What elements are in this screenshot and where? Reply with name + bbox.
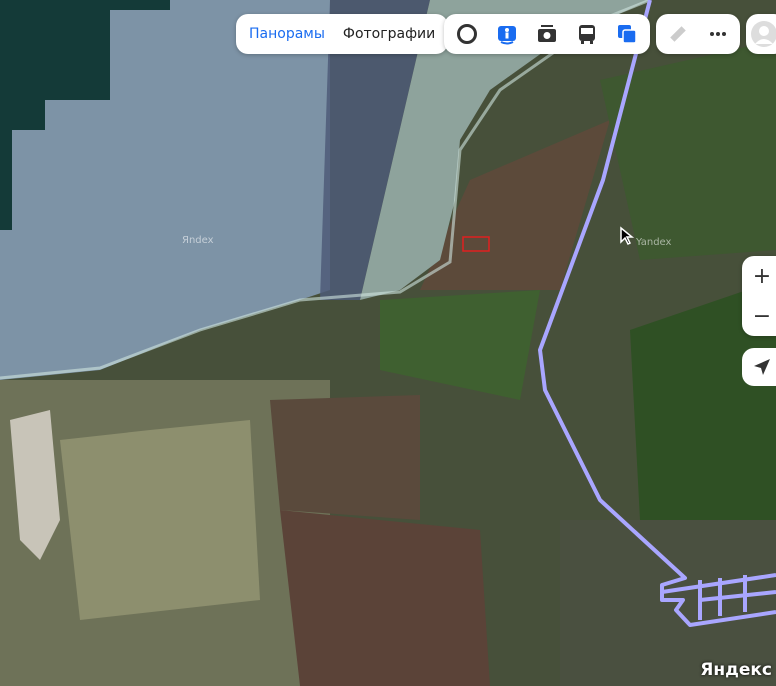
watermark: Яndex bbox=[182, 235, 214, 246]
user-avatar[interactable] bbox=[746, 14, 776, 54]
panorama-person-icon[interactable] bbox=[487, 15, 527, 53]
ruler-icon[interactable] bbox=[658, 15, 698, 53]
tab-panoramas[interactable]: Панорамы bbox=[240, 26, 334, 42]
more-icon[interactable] bbox=[698, 15, 738, 53]
layers-toolbar bbox=[444, 14, 650, 54]
bus-icon[interactable] bbox=[567, 15, 607, 53]
layers-icon[interactable] bbox=[607, 15, 647, 53]
watermark: Yandex bbox=[636, 237, 672, 248]
camera-icon[interactable] bbox=[527, 15, 567, 53]
zoom-control: + − bbox=[742, 256, 776, 336]
zoom-in-button[interactable]: + bbox=[742, 256, 776, 296]
yandex-logo: Яндекс bbox=[700, 660, 772, 680]
zoom-out-button[interactable]: − bbox=[742, 296, 776, 336]
tab-photos[interactable]: Фотографии bbox=[334, 26, 444, 42]
geolocation-button[interactable] bbox=[742, 348, 776, 386]
avatar-icon bbox=[751, 21, 776, 47]
photo-tabs: Панорамы Фотографии bbox=[236, 14, 449, 54]
location-arrow-icon bbox=[754, 359, 770, 375]
circle-layer-icon[interactable] bbox=[447, 15, 487, 53]
tools-toolbar bbox=[656, 14, 740, 54]
satellite-map[interactable] bbox=[0, 0, 776, 686]
